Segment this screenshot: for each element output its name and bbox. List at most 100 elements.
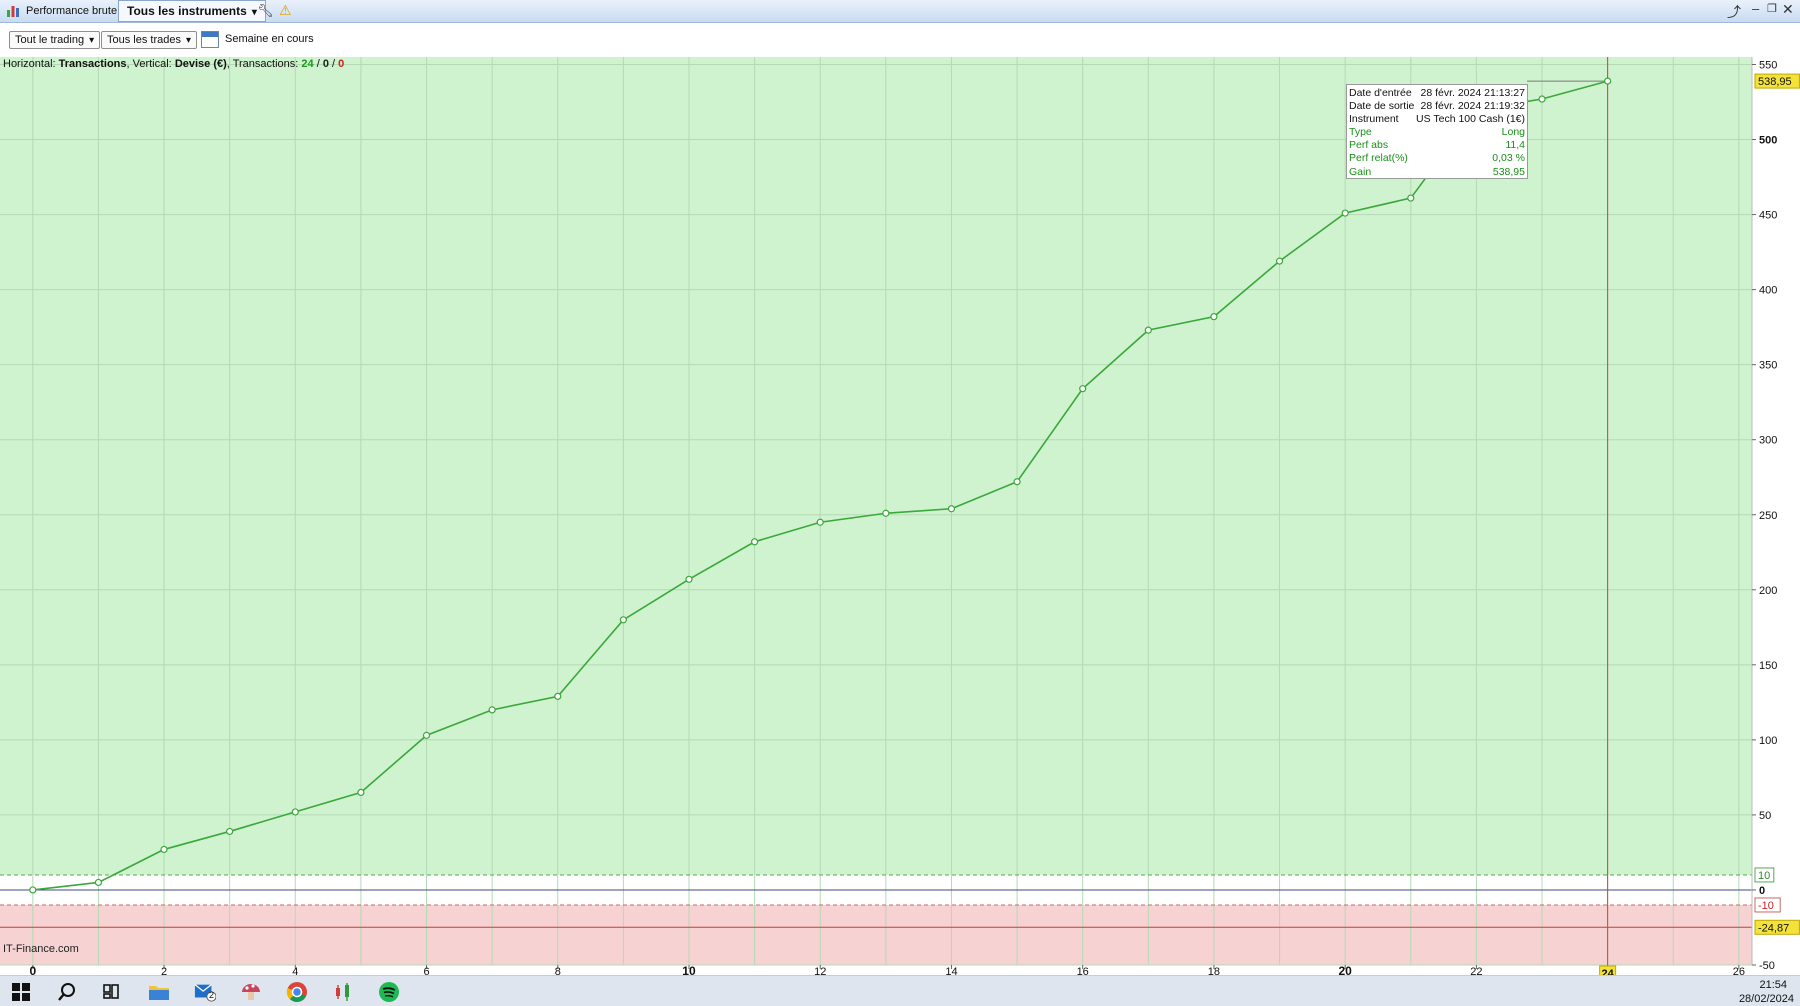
x-tick-label: 18 [1208,966,1220,975]
x-tick-label: 8 [555,966,561,975]
taskbar: 2 21:54 28/02/2024 [0,975,1800,1006]
mail-badge: 2 [209,990,215,1000]
data-point[interactable] [816,518,824,526]
drawdown-label: -24,87 [1758,922,1789,934]
y-tick-label: 100 [1759,735,1777,747]
data-point[interactable] [29,886,37,894]
data-point[interactable] [1144,326,1152,334]
data-point[interactable] [751,538,759,546]
y-tick-label: 150 [1759,660,1777,672]
data-point[interactable] [226,827,234,836]
separator: / [313,58,323,70]
transactions-total: 24 [301,58,314,70]
y-tick-label: -50 [1759,960,1775,972]
trading-filter-dropdown[interactable]: Tout le trading [9,31,101,49]
x-tick-label: 20 [1338,964,1352,975]
data-point[interactable] [1079,385,1087,393]
x-tick-label: 10 [682,964,696,975]
trading-filter-label: Tout le trading [15,34,85,46]
y-tick-label: 250 [1759,510,1777,522]
tooltip-value: 538,95 [1492,165,1525,178]
clock-time[interactable]: 21:54 [1759,979,1787,991]
chrome-icon[interactable] [286,981,308,1003]
file-explorer-icon[interactable] [148,981,170,1003]
y-tick-label: 500 [1759,135,1777,147]
data-point[interactable] [947,505,956,513]
y-tick-label: 450 [1759,210,1777,222]
mail-icon[interactable]: 2 [194,981,216,1003]
warning-icon[interactable]: ⚠︎ [279,2,292,19]
minimize-icon[interactable]: – [1752,1,1759,16]
share-icon[interactable]: ⤴ [1727,2,1741,22]
cursor-x-label: 24 [1602,968,1615,975]
data-point[interactable] [685,575,693,583]
tooltip-label: Instrument [1349,113,1399,126]
performance-chart[interactable]: -5050100150200250300350400450500550 0246… [0,57,1800,975]
data-point[interactable] [882,509,890,517]
instruments-dropdown-label: Tous les instruments [127,4,247,18]
tooltip-value: Long [1501,126,1525,139]
data-point[interactable] [94,878,103,887]
transactions-label: , Transactions: [226,58,299,70]
data-point[interactable] [1275,257,1284,265]
data-point[interactable] [1538,95,1546,103]
search-icon[interactable] [56,981,78,1003]
chevron-down-icon [247,4,257,18]
wrench-icon[interactable]: 🔧︎ [257,3,274,19]
tooltip-label: Date d'entrée [1349,87,1412,99]
watermark: IT-Finance.com [3,943,79,955]
data-point[interactable] [1341,209,1349,217]
tooltip-row-type: Type Long [1349,126,1525,139]
y-tick-label: 400 [1759,285,1777,297]
data-point[interactable] [1604,77,1612,85]
title-bar: Performance brute Tous les instruments 🔧… [0,0,1800,23]
tab-performance-brute[interactable]: Performance brute [0,1,126,21]
data-point[interactable] [554,692,562,700]
close-icon[interactable]: ✕ [1782,1,1794,18]
clock-date[interactable]: 28/02/2024 [1739,993,1794,1005]
tooltip-value: 0,03 % [1492,152,1525,165]
calendar-icon[interactable] [201,31,219,48]
windows-start-icon[interactable] [10,981,32,1003]
tooltip-row-perf-relat: Perf relat(%) 0,03 % [1349,152,1525,165]
data-point[interactable] [422,731,431,739]
data-point[interactable] [619,616,627,624]
data-point[interactable] [1210,313,1218,321]
y-tick-label: 550 [1759,60,1777,72]
data-point[interactable] [160,845,168,854]
data-point[interactable] [1407,194,1415,202]
tooltip-row-instrument: Instrument US Tech 100 Cash (1€) [1349,113,1525,126]
task-view-icon[interactable] [100,981,122,1003]
data-point[interactable] [488,706,496,714]
tooltip-row-gain: Gain 538,95 [1349,166,1525,179]
data-point[interactable] [291,808,299,816]
data-point[interactable] [357,788,365,797]
tooltip-value: 11,4 [1505,139,1525,152]
restore-icon[interactable]: ❐ [1767,2,1777,15]
separator: / [328,58,339,70]
trades-filter-dropdown[interactable]: Tous les trades [101,31,198,49]
x-tick-label: 2 [161,966,167,975]
x-tick-label: 12 [814,966,826,975]
instruments-dropdown[interactable]: Tous les instruments [118,0,266,22]
horizontal-axis-value: Transactions [58,58,127,70]
tooltip-label: Perf abs [1349,139,1389,152]
x-tick-label: 6 [423,966,429,975]
period-label[interactable]: Semaine en cours [225,33,314,45]
tooltip-row-perf-abs: Perf abs 11,4 [1349,139,1525,152]
horizontal-axis-label: Horizontal: [3,58,56,70]
tooltip-label: Date de sortie [1349,100,1415,113]
tooltip-value: US Tech 100 Cash (1€) [1416,113,1525,126]
vertical-axis-label: , Vertical: [126,58,172,70]
x-tick-label: 4 [292,966,298,975]
tooltip-label: Perf relat(%) [1349,152,1408,165]
chevron-down-icon [84,34,94,46]
mushroom-app-icon[interactable] [240,981,262,1003]
data-point[interactable] [1013,478,1021,486]
toolbar: Tout le trading Tous les trades Semaine … [0,23,1800,57]
y-tick-label: 300 [1759,435,1777,447]
y-tick-label: 200 [1759,585,1777,597]
spotify-icon[interactable] [378,981,400,1003]
trading-app-icon[interactable] [332,981,354,1003]
chart-header: Horizontal: Transactions, Vertical: Devi… [3,58,344,70]
